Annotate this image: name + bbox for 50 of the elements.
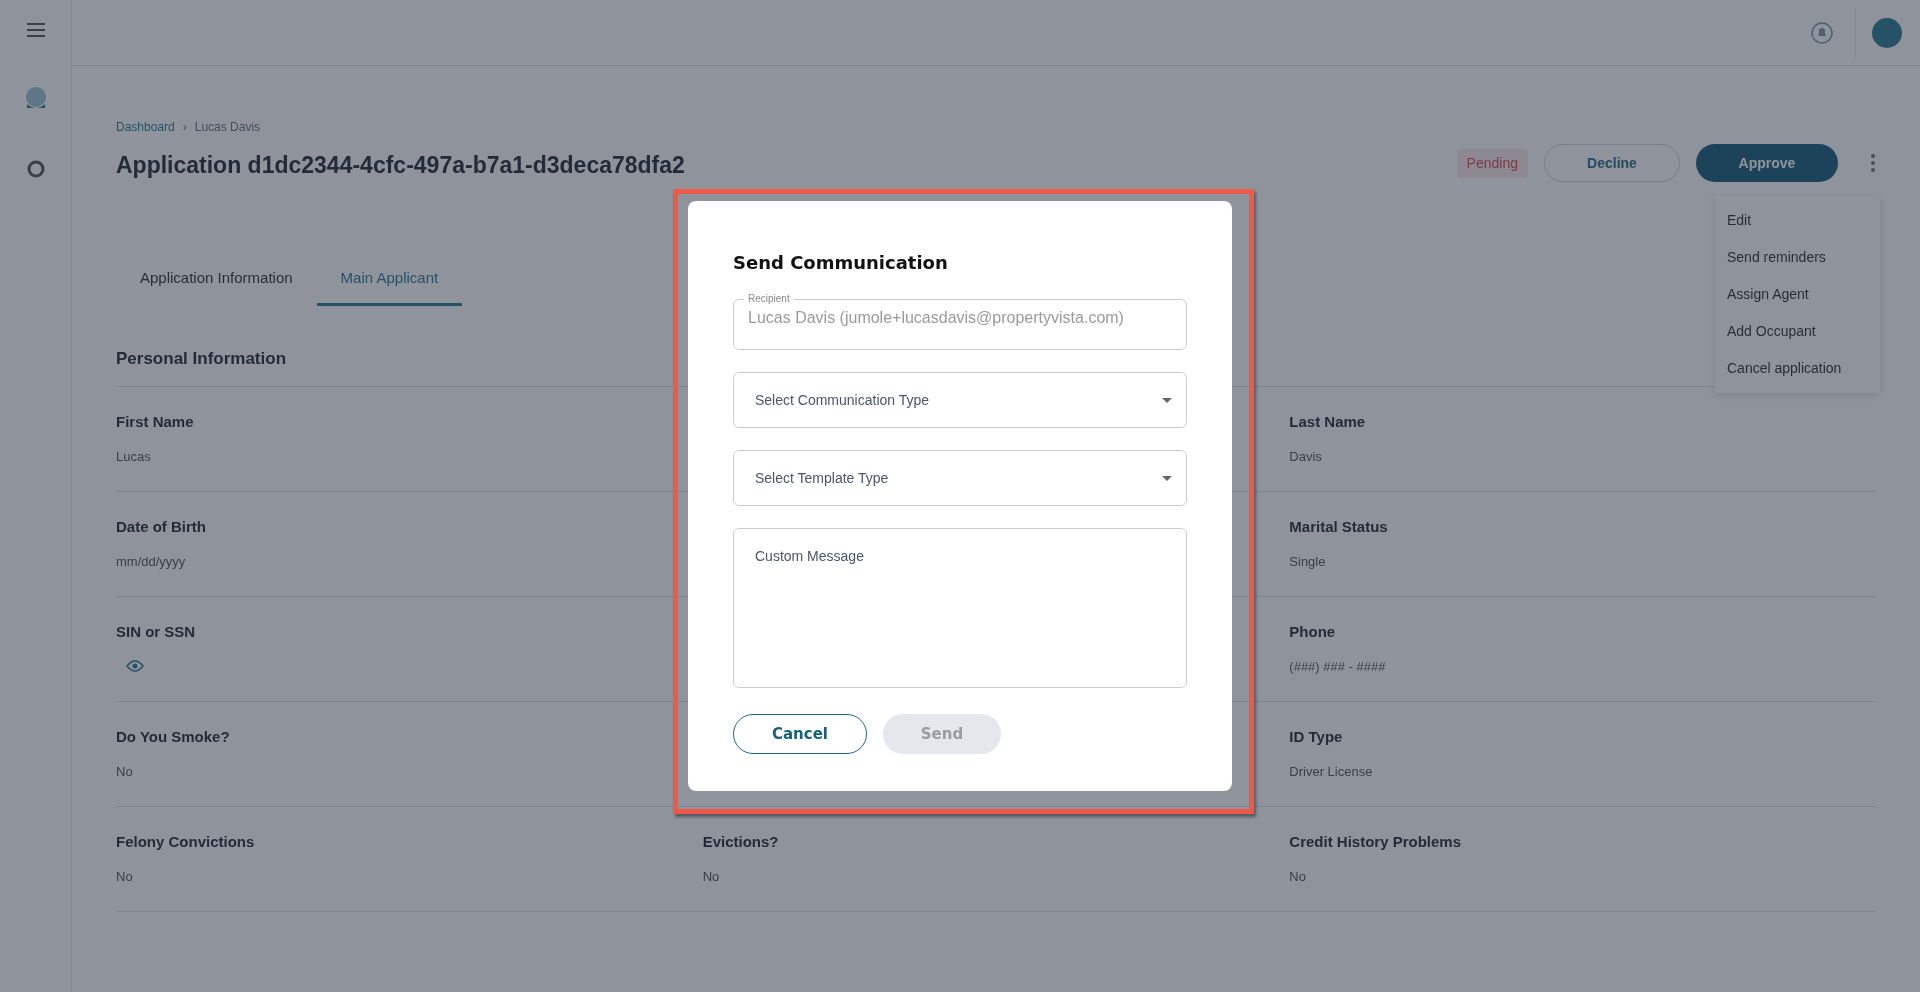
field-value: Driver License <box>1289 763 1374 781</box>
field-value: No <box>1289 868 1307 886</box>
field-value: Lucas <box>116 448 152 466</box>
field-label: First Name <box>116 411 195 432</box>
status-badge: Pending <box>1456 148 1528 178</box>
field-value: Davis <box>1289 448 1323 466</box>
field-label: Marital Status <box>1289 516 1389 537</box>
select-placeholder: Select Communication Type <box>755 390 930 410</box>
field-label: Recipient <box>747 294 791 304</box>
tab[interactable]: Application Information <box>116 252 317 306</box>
field-value: No <box>116 868 134 886</box>
breadcrumb-current: Lucas Davis <box>194 120 261 134</box>
field-value: (###) ### - #### <box>1289 658 1387 676</box>
recipient-field[interactable]: Recipient Lucas Davis (jumole+lucasdavis@propertyvista.com) <box>733 294 1187 350</box>
eye-icon[interactable] <box>126 659 144 673</box>
breadcrumb-link[interactable]: Dashboard <box>116 120 175 134</box>
settings-icon[interactable] <box>26 160 45 178</box>
field-value: mm/dd/yyyy <box>116 553 187 571</box>
dialog-title: Send Communication <box>733 251 949 275</box>
field-label: Credit History Problems <box>1289 831 1463 852</box>
field-label: SIN or SSN <box>116 621 197 642</box>
page-title: Application d1dc2344-4cfc-497a-b7a1-d3deca78dfa2 <box>116 151 685 180</box>
avatar-icon[interactable] <box>1872 17 1902 48</box>
caret-icon <box>1162 397 1172 403</box>
decline-button[interactable]: Decline <box>1544 144 1680 182</box>
tab[interactable]: Main Applicant <box>316 252 463 306</box>
menu-item[interactable]: Edit <box>1715 202 1880 239</box>
field-value: Lucas Davis (jumole+lucasdavis@propertyvista.com) <box>748 308 1125 328</box>
cancel-button[interactable]: Cancel <box>733 714 867 754</box>
menu-icon[interactable] <box>25 22 46 38</box>
field-value: Single <box>1289 553 1327 571</box>
message-field[interactable]: Custom Message <box>733 528 1187 688</box>
caret-icon <box>1162 475 1172 481</box>
field-label: Felony Convictions <box>116 831 256 852</box>
bell-icon[interactable] <box>1811 21 1833 44</box>
select-field[interactable]: Select Template Type <box>733 450 1187 506</box>
approve-button[interactable]: Approve <box>1696 144 1838 182</box>
field-label: Do You Smoke? <box>116 726 231 747</box>
chevron-icon: › <box>182 120 187 134</box>
menu-item[interactable]: Send reminders <box>1715 239 1880 276</box>
select-field[interactable]: Select Communication Type <box>733 372 1187 428</box>
field-label: Phone <box>1289 621 1337 642</box>
field-value: No <box>702 868 721 886</box>
field-label: Evictions? <box>702 831 780 852</box>
field-value: No <box>116 763 134 781</box>
field-label: ID Type <box>1289 726 1344 747</box>
field-label: Date of Birth <box>116 516 207 537</box>
select-placeholder: Select Template Type <box>755 468 889 488</box>
more-icon[interactable] <box>1870 153 1876 173</box>
field-label: Last Name <box>1289 411 1367 432</box>
